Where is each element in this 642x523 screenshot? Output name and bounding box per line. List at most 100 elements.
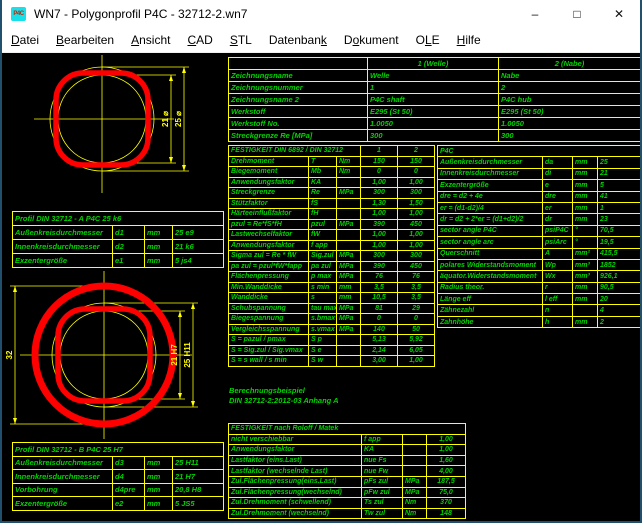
- part-info-table: 1 (Welle)2 (Nabe)ZeichnungsnameWelleNabe…: [228, 57, 640, 142]
- p4c-geometry-table: P4CAußenkreisdurchmesserdamm25Innenkreis…: [437, 145, 640, 328]
- table-cell: [403, 466, 427, 477]
- table-cell: mm³: [573, 271, 598, 282]
- table-cell: mm: [573, 157, 598, 168]
- table-cell: Wx: [543, 271, 573, 282]
- table-cell: Nm: [403, 508, 427, 519]
- menu-dokument[interactable]: Dokument: [336, 31, 407, 49]
- table-cell: 1,00: [398, 209, 435, 220]
- table-row: Außenkreisdurchmesserd3mm25 H11: [13, 456, 224, 470]
- table-cell: 1,00: [361, 209, 398, 220]
- table-cell: mm: [145, 470, 173, 484]
- table-cell: [337, 345, 361, 356]
- table-cell: MPa: [337, 188, 361, 199]
- table-cell: nue Fs: [362, 455, 403, 466]
- table-cell: Vorbohrung: [13, 483, 113, 497]
- table-cell: 23: [598, 214, 641, 225]
- table-cell: Re: [309, 188, 337, 199]
- table-cell: Anwendungsfaktor: [229, 177, 309, 188]
- menu-hilfe[interactable]: Hilfe: [449, 31, 489, 49]
- table-cell: 25 e9: [173, 226, 224, 240]
- table-row: Innenkreisdurchmesserd4mm21 H7: [13, 470, 224, 484]
- table-cell: sector angle arc: [438, 237, 543, 248]
- table-cell: mm: [573, 282, 598, 293]
- menu-stl[interactable]: STL: [222, 31, 260, 49]
- table-row: Streckgrenze Re [MPa] 300 300: [229, 130, 641, 142]
- festigkeit-roloff-table: FESTIGKEIT nach Roloff / Mateknicht vers…: [228, 423, 466, 519]
- minimize-button[interactable]: –: [514, 0, 556, 28]
- profil-b-table: Profil DIN 32712 - B P4C 25 H7Außenkreis…: [12, 442, 224, 511]
- table-cell: s.vmax: [309, 324, 337, 335]
- table-row: ZeichnungsnameWelleNabe: [229, 70, 641, 82]
- table-cell: Exzentergröße: [13, 497, 113, 511]
- table-cell: fH: [309, 209, 337, 220]
- table-cell: di: [543, 168, 573, 179]
- table-cell: T: [309, 156, 337, 167]
- table-row: Zul.Drehmoment (schwellend)Ts zulNm370: [229, 498, 466, 509]
- table-cell: dre = d2 + 4e: [438, 191, 543, 202]
- table-cell: mm: [145, 456, 173, 470]
- table-cell: e1: [113, 254, 145, 268]
- menu-bearbeiten[interactable]: Bearbeiten: [48, 31, 122, 49]
- table-cell: mm: [145, 226, 173, 240]
- table-cell: S = pazul / pmax: [229, 335, 309, 346]
- table-row: Innenkreisdurchmesserdimm21: [438, 168, 641, 179]
- table-cell: 81: [361, 303, 398, 314]
- menu-ole[interactable]: OLE: [408, 31, 448, 49]
- table-cell: MPa: [403, 487, 427, 498]
- table-cell: Drehmoment: [229, 156, 309, 167]
- table-cell: 6,05: [398, 345, 435, 356]
- table-row: Zähnezahln4: [438, 305, 641, 316]
- table-cell: 1,00: [361, 177, 398, 188]
- table-cell: Tw zul: [362, 508, 403, 519]
- note-line-2: DIN 32712-2:2012-03 Anhang A: [229, 396, 339, 406]
- table-cell: dre: [543, 191, 573, 202]
- table-cell: nicht verschiebbar: [229, 434, 362, 445]
- table-cell: mm: [145, 254, 173, 268]
- table-cell: [337, 209, 361, 220]
- table-cell: 20,8 H8: [173, 483, 224, 497]
- table-cell: f app: [309, 240, 337, 251]
- table-cell: S = Sig.zul / Sig.vmax: [229, 345, 309, 356]
- table-cell: pFs zul: [362, 476, 403, 487]
- table-cell: tau max: [309, 303, 337, 314]
- table-row: Anwendungsfaktorf app1,001,00: [229, 240, 435, 251]
- table-cell: Vergleichsspannung: [229, 324, 309, 335]
- table-cell: KA: [309, 177, 337, 188]
- table-cell: Exzentergröße: [13, 254, 113, 268]
- table-cell: Schubspannung: [229, 303, 309, 314]
- menu-cad[interactable]: CAD: [179, 31, 220, 49]
- table-row: Zeichnungsname 2P4C shaftP4C hub: [229, 94, 641, 106]
- app-icon: P4C: [11, 7, 26, 21]
- table-cell: Außenkreisdurchmesser: [13, 226, 113, 240]
- table-cell: 2: [499, 82, 641, 94]
- table-cell: 21: [598, 168, 641, 179]
- table-cell: sector angle P4C: [438, 225, 543, 236]
- table-cell: e2: [113, 497, 145, 511]
- table-cell: °: [573, 237, 598, 248]
- table-cell: l eff: [543, 294, 573, 305]
- title-bar: P4C WN7 - Polygonprofil P4C - 32712-2.wn…: [2, 0, 640, 28]
- table-cell: MPa: [337, 219, 361, 230]
- table-cell: 140: [361, 324, 398, 335]
- table-cell: 150: [398, 156, 435, 167]
- table-cell: 300: [368, 130, 499, 142]
- table-cell: mm: [573, 168, 598, 179]
- dim-arrow: [182, 165, 186, 171]
- menu-datenbank[interactable]: Datenbank: [261, 31, 335, 49]
- table-row: pzul = Re*fS*fHpzulMPa390450: [229, 219, 435, 230]
- dim-arrow: [169, 75, 173, 81]
- close-button[interactable]: ✕: [598, 0, 640, 28]
- table-header-cell: FESTIGKEIT nach Roloff / Matek: [229, 424, 466, 435]
- maximize-button[interactable]: □: [556, 0, 598, 28]
- table-header-row: FESTIGKEIT nach Roloff / Matek: [229, 424, 466, 435]
- table-cell: 2: [598, 316, 641, 327]
- table-cell: s: [309, 293, 337, 304]
- table-cell: p max: [309, 272, 337, 283]
- dim-label-inner: 21 ⌀: [161, 111, 170, 127]
- menu-ansicht[interactable]: Ansicht: [123, 31, 178, 49]
- table-cell: r: [543, 282, 573, 293]
- table-cell: 90,5: [598, 282, 641, 293]
- table-cell: mm: [145, 240, 173, 254]
- menu-datei[interactable]: Datei: [3, 31, 47, 49]
- table-cell: pa zul: [309, 261, 337, 272]
